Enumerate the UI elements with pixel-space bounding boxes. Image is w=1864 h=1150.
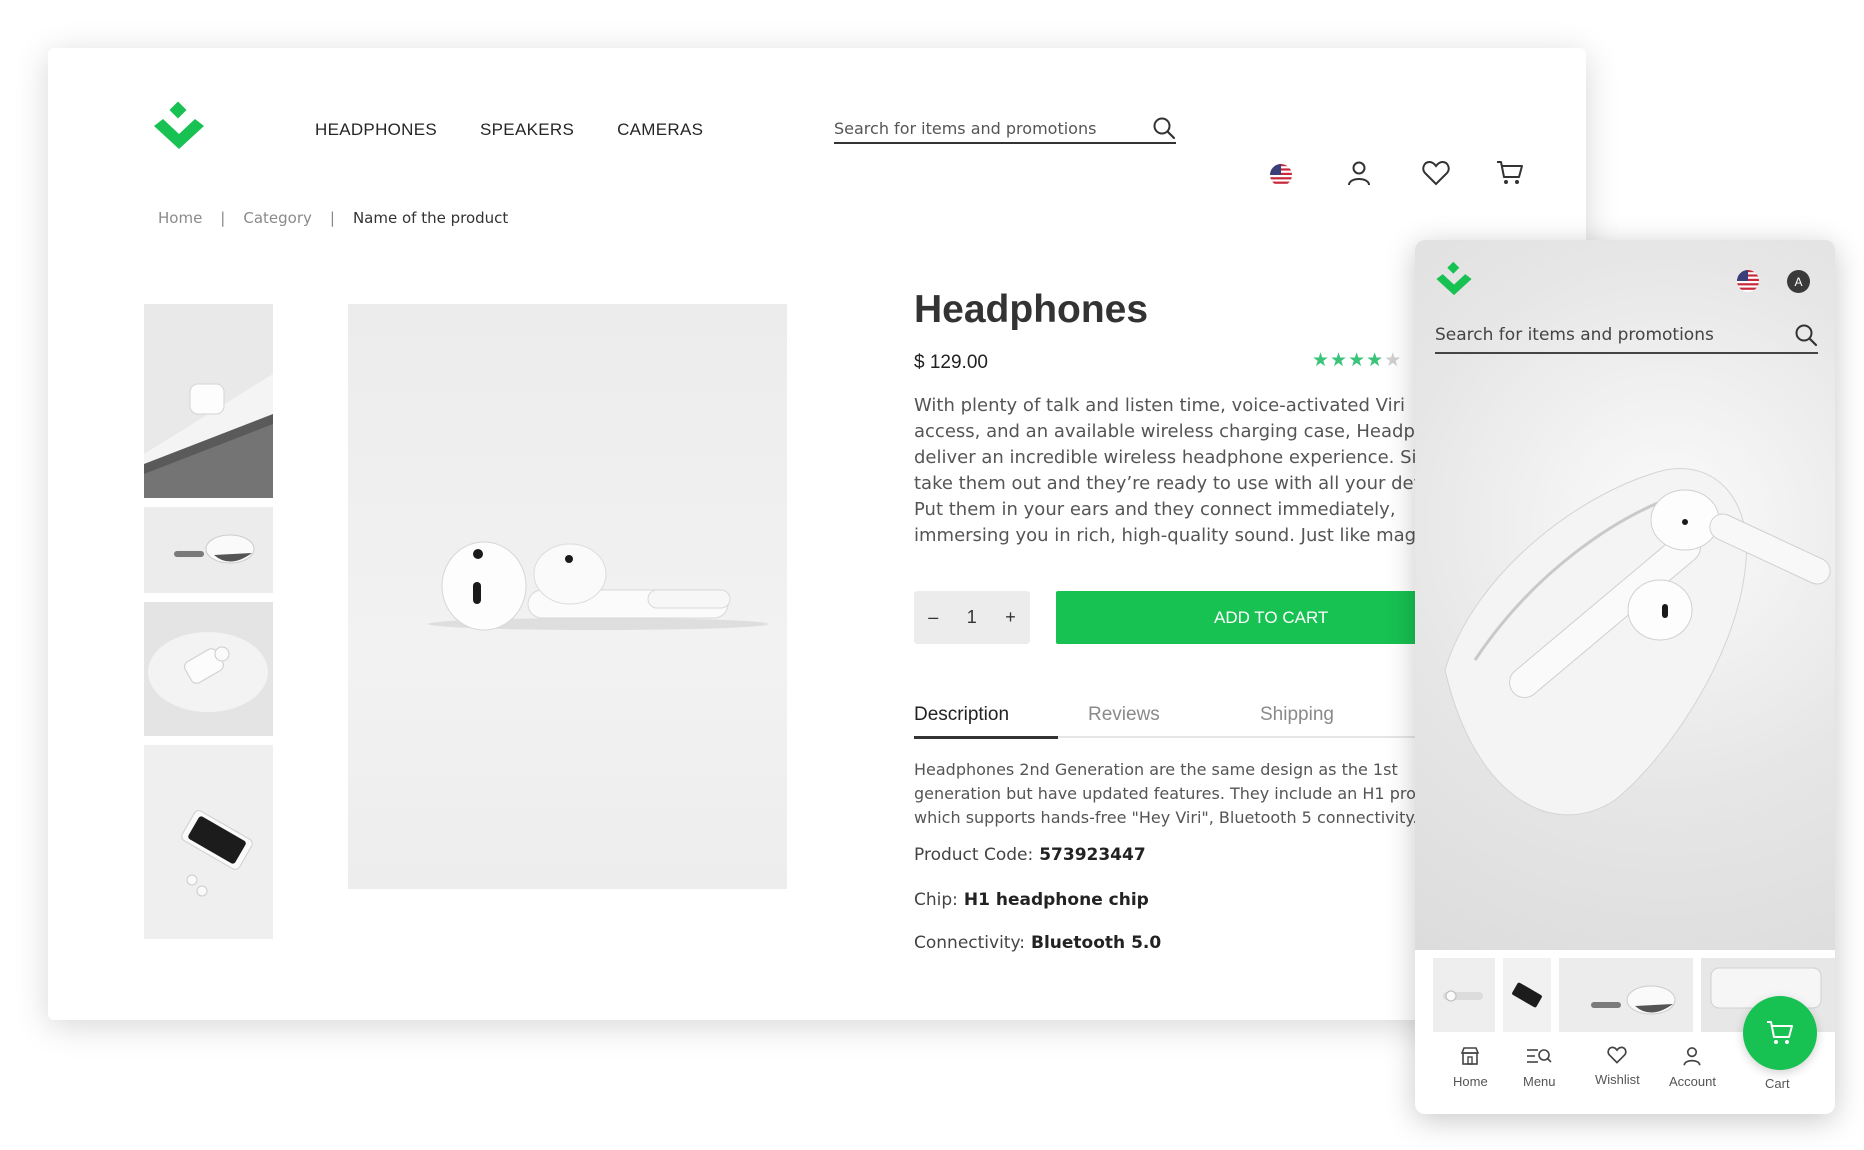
mobile-thumbnail-1[interactable] (1433, 958, 1495, 1032)
search-input[interactable] (834, 118, 1152, 138)
search-bar (834, 114, 1176, 144)
mobile-thumbnail-3[interactable] (1559, 958, 1693, 1032)
brand-logo[interactable] (152, 100, 206, 152)
star-icon: ★ (1348, 350, 1367, 371)
mobile-nav-cart[interactable]: Cart (1765, 1076, 1790, 1091)
spec-value: H1 headphone chip (963, 890, 1149, 910)
spec-product-code: Product Code: 573923447 (914, 845, 1146, 865)
star-icon: ★ (1312, 350, 1331, 371)
tab-shipping[interactable]: Shipping (1260, 704, 1334, 726)
mobile-search-bar (1435, 318, 1818, 354)
product-title: Headphones (914, 288, 1149, 331)
product-tabs: Description Reviews Shipping (914, 696, 1474, 739)
breadcrumb-home[interactable]: Home (158, 209, 202, 227)
heart-icon[interactable] (1422, 160, 1450, 186)
star-icon: ★ (1330, 350, 1349, 371)
avatar[interactable]: A (1787, 270, 1810, 293)
thumbnail-2[interactable] (144, 507, 273, 593)
product-description: With plenty of talk and listen time, voi… (914, 395, 1470, 546)
search-input[interactable] (1435, 325, 1794, 345)
spec-value: 573923447 (1039, 845, 1146, 865)
spec-label: Product Code: (914, 845, 1034, 865)
active-tab-indicator (914, 736, 1058, 739)
spec-value: Bluetooth 5.0 (1031, 933, 1162, 953)
mobile-nav-account[interactable]: Account (1669, 1046, 1716, 1089)
mobile-nav-menu[interactable]: Menu (1523, 1046, 1556, 1089)
mobile-nav-label: Cart (1765, 1076, 1790, 1091)
main-nav: HEADPHONES SPEAKERS CAMERAS (315, 120, 703, 140)
search-icon[interactable] (1794, 323, 1818, 347)
mobile-thumbnail-2[interactable] (1503, 958, 1551, 1032)
star-empty-icon: ★ (1384, 350, 1403, 371)
mobile-nav-home[interactable]: Home (1453, 1046, 1488, 1089)
nav-speakers[interactable]: SPEAKERS (480, 120, 574, 140)
spec-label: Connectivity: (914, 933, 1026, 953)
nav-cameras[interactable]: CAMERAS (617, 120, 703, 140)
details-text: Headphones 2nd Generation are the same d… (914, 760, 1468, 827)
main-product-image[interactable] (348, 304, 787, 889)
user-icon (1683, 1047, 1702, 1066)
qty-minus-button[interactable]: – (928, 607, 938, 628)
breadcrumb-category[interactable]: Category (243, 209, 312, 227)
thumbnail-3[interactable] (144, 602, 273, 736)
menu-search-icon (1527, 1049, 1552, 1063)
mobile-nav-label: Menu (1523, 1074, 1556, 1089)
spec-connectivity: Connectivity: Bluetooth 5.0 (914, 933, 1161, 953)
cart-icon[interactable] (1496, 160, 1524, 186)
mobile-nav-label: Home (1453, 1074, 1488, 1089)
mobile-product-page: A Home Menu Wishlist Account (1415, 240, 1835, 1114)
tab-reviews[interactable]: Reviews (1088, 704, 1160, 726)
breadcrumb-separator: | (220, 209, 226, 227)
heart-icon (1607, 1046, 1627, 1064)
breadcrumb-current: Name of the product (352, 209, 509, 227)
thumbnail-1[interactable] (144, 304, 273, 498)
search-icon[interactable] (1152, 116, 1176, 140)
quantity-stepper: – 1 + (914, 591, 1030, 644)
qty-value[interactable]: 1 (967, 607, 977, 628)
brand-logo[interactable] (1435, 260, 1473, 298)
cart-icon (1767, 1021, 1793, 1044)
mobile-nav-wishlist[interactable]: Wishlist (1595, 1046, 1640, 1087)
rating-stars[interactable]: ★★★★★ (1312, 349, 1402, 372)
breadcrumb: Home | Category | Name of the product (158, 209, 508, 227)
spec-chip: Chip: H1 headphone chip (914, 890, 1149, 910)
us-flag-icon[interactable] (1270, 164, 1292, 186)
mobile-nav-label: Wishlist (1595, 1072, 1640, 1087)
store-icon (1461, 1047, 1480, 1065)
us-flag-icon[interactable] (1737, 270, 1759, 292)
spec-label: Chip: (914, 890, 958, 910)
product-price: $ 129.00 (914, 352, 988, 373)
breadcrumb-separator: | (329, 209, 335, 227)
mobile-nav-label: Account (1669, 1074, 1716, 1089)
qty-plus-button[interactable]: + (1005, 607, 1016, 628)
thumbnail-4[interactable] (144, 745, 273, 939)
star-icon: ★ (1366, 350, 1385, 371)
tab-description[interactable]: Description (914, 704, 1009, 726)
desktop-product-page: HEADPHONES SPEAKERS CAMERAS Home | Cat (48, 48, 1586, 1020)
nav-headphones[interactable]: HEADPHONES (315, 120, 437, 140)
user-icon[interactable] (1346, 160, 1372, 186)
cart-fab-button[interactable] (1743, 996, 1817, 1070)
